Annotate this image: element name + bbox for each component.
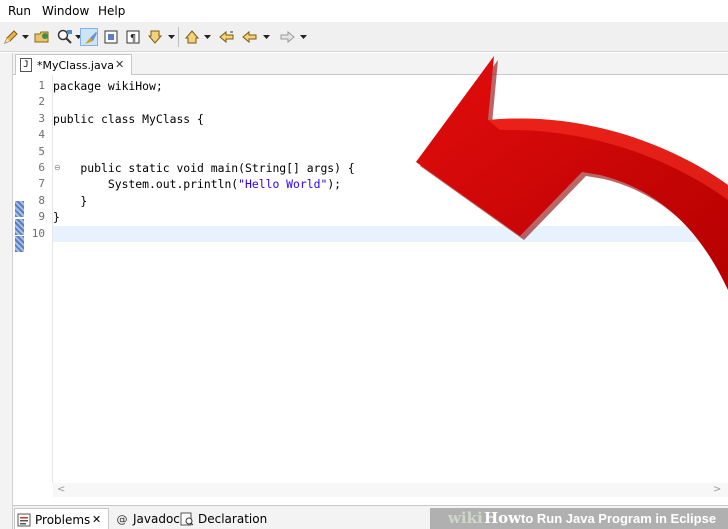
chevron-down-icon[interactable] xyxy=(262,32,271,42)
toolbar-separator xyxy=(178,27,179,47)
code-segment: System.out.println( xyxy=(53,177,239,192)
tab-label: Declaration xyxy=(198,512,268,526)
code-text-area[interactable]: package wikiHow; public class MyClass { … xyxy=(53,75,728,483)
last-edit-location-icon[interactable] xyxy=(218,28,236,46)
line-number: 10 xyxy=(31,226,45,240)
watermark-how: How xyxy=(484,509,522,527)
watermark-wiki: wiki xyxy=(448,509,483,527)
wikihow-watermark: wiki How to Run Java Program in Eclipse xyxy=(430,508,728,529)
editor-tab-bar: J *MyClass.java ✕ xyxy=(13,53,728,75)
java-file-icon: J xyxy=(20,58,32,72)
line-number: 2 xyxy=(38,95,45,109)
search-flashlight-icon[interactable] xyxy=(56,28,74,46)
line-number: 6 xyxy=(38,161,45,174)
line-number-ruler: 1 2 3 4 5 6 ⊖ 7 8 9 10 xyxy=(24,75,61,483)
chevron-down-icon[interactable] xyxy=(21,32,30,42)
code-line: public class MyClass { xyxy=(53,111,204,126)
pencil-icon[interactable] xyxy=(2,28,20,46)
code-line: System.out.println("Hello World"); xyxy=(53,176,728,192)
line-number: 4 xyxy=(38,128,45,142)
brush-icon[interactable] xyxy=(80,28,98,46)
svg-text:¶: ¶ xyxy=(130,33,136,44)
tab-declaration[interactable]: Declaration xyxy=(178,508,267,529)
next-annotation-icon[interactable] xyxy=(146,28,164,46)
pilcrow-icon[interactable]: ¶ xyxy=(124,28,142,46)
code-line: package wikiHow; xyxy=(53,79,163,93)
watermark-title: to Run Java Program in Eclipse xyxy=(521,511,717,526)
tab-label: *MyClass.java xyxy=(37,59,114,72)
code-line: } xyxy=(53,193,88,208)
code-segment: ); xyxy=(327,177,342,192)
menu-run[interactable]: Run xyxy=(8,4,31,18)
declaration-icon xyxy=(180,512,194,526)
tab-myclass-java[interactable]: J *MyClass.java ✕ xyxy=(15,54,132,75)
previous-annotation-icon[interactable] xyxy=(183,28,201,46)
menu-bar: Run Window Help xyxy=(0,0,728,22)
tab-label: Problems xyxy=(35,513,91,527)
tab-label: Javadoc xyxy=(133,512,180,526)
current-code-line xyxy=(53,225,728,242)
java-editor: J *MyClass.java ✕ 1 2 3 4 5 6 ⊖ 7 8 9 10… xyxy=(13,53,728,505)
svg-text:@: @ xyxy=(117,513,128,526)
forward-icon[interactable] xyxy=(278,28,296,46)
back-icon[interactable] xyxy=(241,28,259,46)
menu-window[interactable]: Window xyxy=(42,4,89,18)
chevron-down-icon[interactable] xyxy=(167,32,176,42)
line-number: 9 xyxy=(38,210,45,224)
line-number: 3 xyxy=(38,111,45,125)
line-number: 7 xyxy=(38,177,45,191)
menu-help[interactable]: Help xyxy=(98,4,125,18)
scroll-left-icon[interactable]: < xyxy=(57,484,65,495)
close-icon[interactable]: ✕ xyxy=(92,513,101,526)
code-line: } xyxy=(53,210,60,225)
tab-problems[interactable]: Problems ✕ xyxy=(14,508,109,529)
line-number: 1 xyxy=(38,79,45,92)
toggle-block-icon[interactable] xyxy=(102,28,120,46)
at-sign-icon: @ xyxy=(115,512,129,526)
tab-javadoc[interactable]: @ Javadoc xyxy=(113,508,180,529)
left-trim-bar xyxy=(0,53,13,529)
toolbar: ¶ xyxy=(0,22,728,52)
line-number: 5 xyxy=(38,144,45,158)
scroll-right-icon[interactable]: > xyxy=(713,484,721,495)
close-icon[interactable]: ✕ xyxy=(115,58,124,71)
chevron-down-icon[interactable] xyxy=(299,32,308,42)
chevron-down-icon[interactable] xyxy=(203,32,212,42)
code-line: public static void main(String[] args) { xyxy=(53,161,355,175)
problems-icon xyxy=(17,513,31,527)
horizontal-scrollbar[interactable]: < > xyxy=(53,483,728,497)
string-literal: "Hello World" xyxy=(238,177,328,192)
line-number: 8 xyxy=(38,193,45,207)
open-folder-icon[interactable] xyxy=(33,28,51,46)
